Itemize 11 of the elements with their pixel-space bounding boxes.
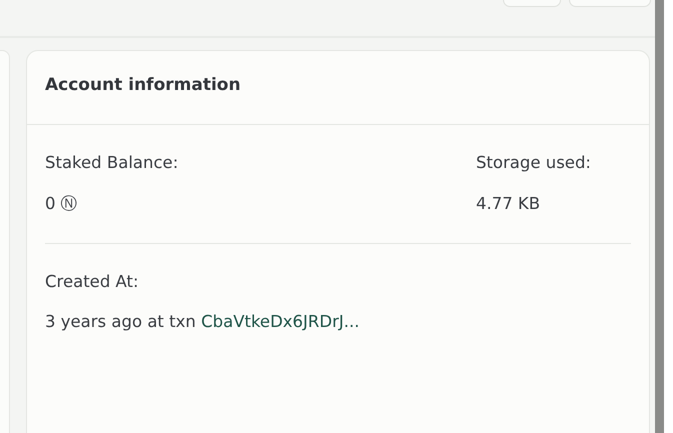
toolbar-button[interactable] [503,0,561,7]
field-value: 4.77 KB [476,192,542,215]
field-value: 0 Ⓝ [45,192,79,215]
scrollbar[interactable] [655,0,664,433]
card-title: Account information [45,74,242,97]
transaction-link[interactable]: CbaVtkeDx6JRDrJ... [201,312,360,332]
toolbar-button[interactable] [569,0,651,7]
field-label: Staked Balance: [45,152,178,174]
created-value: 3 years ago at txn CbaVtkeDx6JRDrJ... [45,311,360,334]
field-label: Storage used: [476,152,591,174]
field-label: Created At: [45,270,140,292]
